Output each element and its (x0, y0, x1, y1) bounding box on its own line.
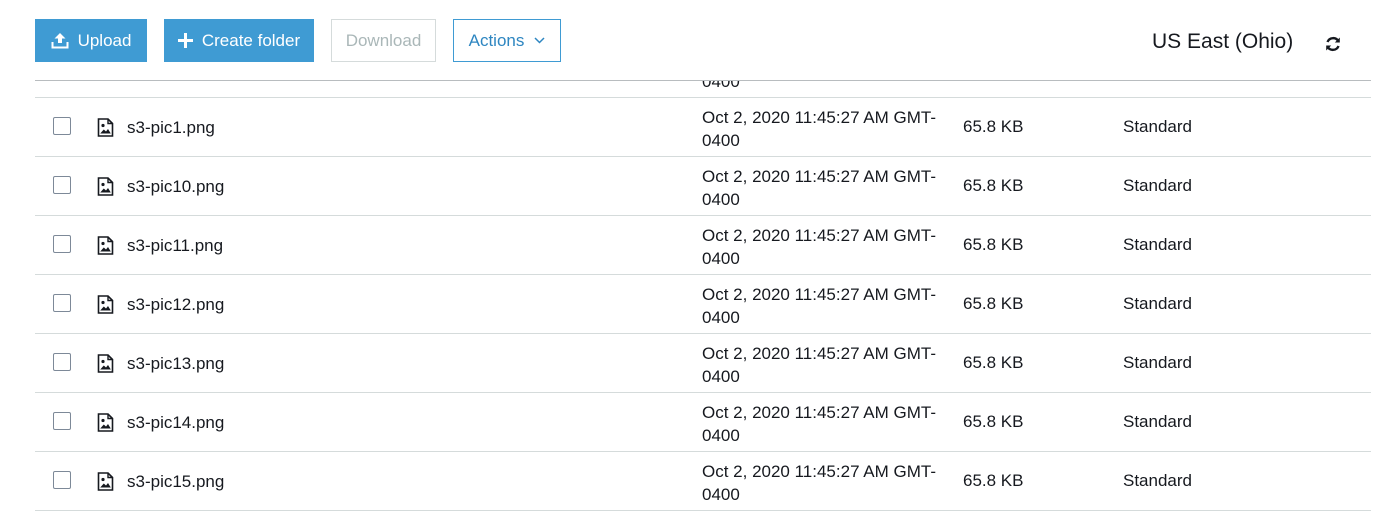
last-modified-line1: Oct 2, 2020 11:45:27 AM GMT- (702, 167, 937, 186)
image-file-icon (97, 295, 114, 314)
image-file-icon (97, 236, 114, 255)
row-checkbox[interactable] (53, 353, 71, 371)
file-size: 65.8 KB (963, 412, 1024, 431)
last-modified: Oct 2, 2020 11:45:27 AM GMT- 0400 (702, 283, 952, 329)
plus-icon (177, 33, 193, 48)
upload-icon (51, 32, 69, 49)
last-modified-line2: 0400 (702, 249, 740, 268)
file-name-link[interactable]: s3-pic10.png (127, 177, 224, 197)
last-modified: Oct 2, 2020 11:45:27 AM GMT- 0400 (702, 165, 952, 211)
file-size: 65.8 KB (963, 471, 1024, 490)
upload-button-label: Upload (77, 30, 132, 50)
last-modified-line2: 0400 (702, 426, 740, 445)
file-name-link[interactable]: s3-pic1.png (127, 118, 215, 138)
table-row[interactable]: s3-pic15.png Oct 2, 2020 11:45:27 AM GMT… (35, 452, 1371, 511)
file-name-link[interactable]: s3-pic11.png (127, 236, 223, 256)
actions-dropdown[interactable]: Actions (453, 19, 561, 62)
last-modified-line1: Oct 2, 2020 11:45:27 AM GMT- (702, 285, 937, 304)
table-row[interactable]: s3-pic12.png Oct 2, 2020 11:45:27 AM GMT… (35, 275, 1371, 334)
last-modified-line2: 0400 (702, 190, 740, 209)
file-size: 65.8 KB (963, 294, 1024, 313)
row-checkbox[interactable] (53, 471, 71, 489)
chevron-down-icon (534, 37, 545, 44)
download-button-label: Download (345, 30, 422, 50)
last-modified-line1: Oct 2, 2020 11:45:27 AM GMT- (702, 108, 937, 127)
table-row[interactable]: s3-pic14.png Oct 2, 2020 11:45:27 AM GMT… (35, 393, 1371, 452)
s3-object-browser: 0400 Upload Create folder Download Actio… (0, 0, 1400, 516)
file-name-link[interactable]: s3-pic15.png (127, 472, 224, 492)
table-row[interactable]: s3-pic10.png Oct 2, 2020 11:45:27 AM GMT… (35, 157, 1371, 216)
row-checkbox[interactable] (53, 294, 71, 312)
toolbar: Upload Create folder Download Actions US… (0, 0, 1400, 80)
last-modified-line1: Oct 2, 2020 11:45:27 AM GMT- (702, 226, 937, 245)
file-size: 65.8 KB (963, 117, 1024, 136)
actions-dropdown-label: Actions (468, 30, 525, 50)
last-modified-line2: 0400 (702, 485, 740, 504)
image-file-icon (97, 354, 114, 373)
storage-class: Standard (1123, 176, 1192, 195)
image-file-icon (97, 118, 114, 137)
create-folder-button-label: Create folder (201, 30, 301, 50)
row-checkbox[interactable] (53, 176, 71, 194)
file-size: 65.8 KB (963, 176, 1024, 195)
last-modified-line1: Oct 2, 2020 11:45:27 AM GMT- (702, 344, 937, 363)
last-modified: Oct 2, 2020 11:45:27 AM GMT- 0400 (702, 460, 952, 506)
last-modified-line2: 0400 (702, 131, 740, 150)
file-table: s3-pic1.png Oct 2, 2020 11:45:27 AM GMT-… (35, 98, 1371, 511)
image-file-icon (97, 472, 114, 491)
file-size: 65.8 KB (963, 353, 1024, 372)
row-checkbox[interactable] (53, 412, 71, 430)
toolbar-divider (35, 80, 1371, 81)
last-modified-line1: Oct 2, 2020 11:45:27 AM GMT- (702, 462, 937, 481)
image-file-icon (97, 177, 114, 196)
storage-class: Standard (1123, 412, 1192, 431)
storage-class: Standard (1123, 353, 1192, 372)
region-label: US East (Ohio) (1152, 30, 1294, 53)
last-modified-line2: 0400 (702, 367, 740, 386)
last-modified-line2: 0400 (702, 308, 740, 327)
file-size: 65.8 KB (963, 235, 1024, 254)
upload-button[interactable]: Upload (35, 19, 147, 62)
file-name-link[interactable]: s3-pic14.png (127, 413, 224, 433)
table-row[interactable]: s3-pic13.png Oct 2, 2020 11:45:27 AM GMT… (35, 334, 1371, 393)
table-row[interactable]: s3-pic11.png Oct 2, 2020 11:45:27 AM GMT… (35, 216, 1371, 275)
last-modified: Oct 2, 2020 11:45:27 AM GMT- 0400 (702, 106, 952, 152)
refresh-icon[interactable] (1322, 33, 1344, 55)
file-name-link[interactable]: s3-pic13.png (127, 354, 224, 374)
storage-class: Standard (1123, 471, 1192, 490)
row-checkbox[interactable] (53, 117, 71, 135)
row-checkbox[interactable] (53, 235, 71, 253)
storage-class: Standard (1123, 235, 1192, 254)
last-modified-line1: Oct 2, 2020 11:45:27 AM GMT- (702, 403, 937, 422)
download-button[interactable]: Download (331, 19, 436, 62)
last-modified: Oct 2, 2020 11:45:27 AM GMT- 0400 (702, 401, 952, 447)
last-modified: Oct 2, 2020 11:45:27 AM GMT- 0400 (702, 342, 952, 388)
last-modified: Oct 2, 2020 11:45:27 AM GMT- 0400 (702, 224, 952, 270)
image-file-icon (97, 413, 114, 432)
table-row[interactable]: s3-pic1.png Oct 2, 2020 11:45:27 AM GMT-… (35, 98, 1371, 157)
create-folder-button[interactable]: Create folder (164, 19, 314, 62)
storage-class: Standard (1123, 117, 1192, 136)
file-name-link[interactable]: s3-pic12.png (127, 295, 224, 315)
storage-class: Standard (1123, 294, 1192, 313)
